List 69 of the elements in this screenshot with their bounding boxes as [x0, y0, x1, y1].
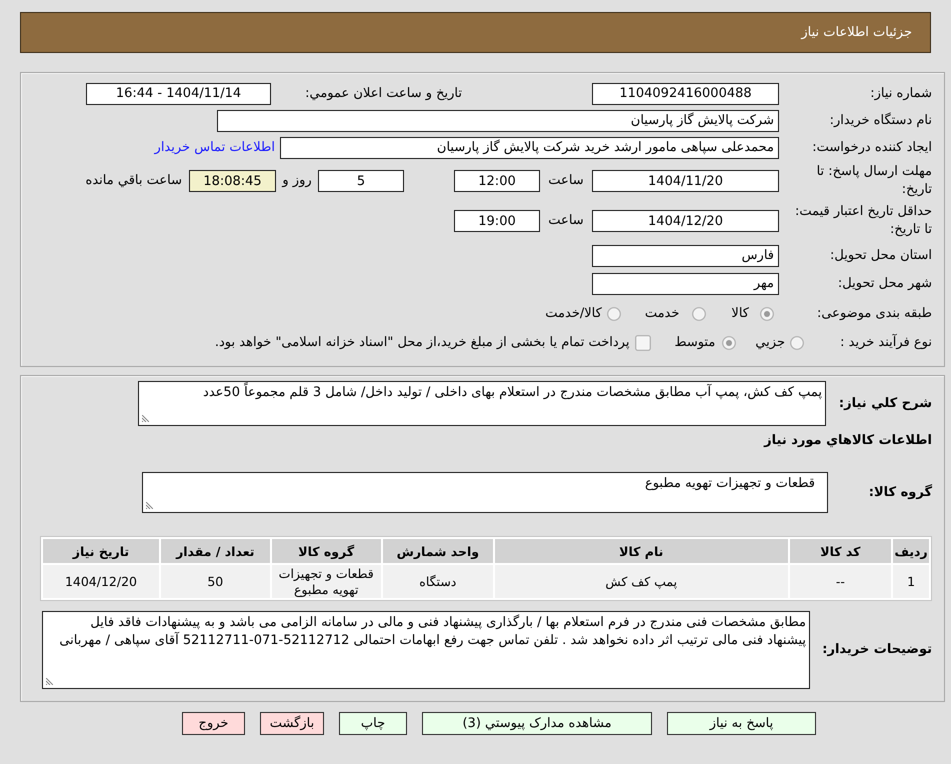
checkbox-label: پرداخت تمام یا بخشی از مبلغ خرید،از محل "اسناد خزانه اسلامی" خواهد بود.	[214, 334, 630, 352]
remaining-time-field[interactable]: 18:08:45	[189, 170, 276, 192]
field-label: حداقل تاریخ اعتبار قیمت: تا تاریخ:	[794, 203, 932, 239]
field-label: ایجاد کننده درخواست:	[811, 138, 932, 156]
time-label: ساعت	[547, 212, 585, 230]
resize-grip-icon[interactable]	[46, 678, 53, 685]
exit-button[interactable]: خروج	[182, 712, 245, 735]
buyer-notes-field[interactable]: مطابق مشخصات فنی مندرج در فرم استعلام بها / بارگذاری پیشنهاد فنی و مالی در سامانه الزامی می باشد و به پیشنهادات فاقد فایل پیشنهاد فنی مالی ترتیب اثر داده نخواهد شد . تلفن تماس جهت رفع ابهامات احتمالی 52112712-071-52112711 آقای سپاهی / مهربانی	[42, 611, 810, 689]
checkbox[interactable]	[635, 335, 652, 351]
table-cell: پمپ کف کش	[494, 565, 788, 598]
description-field[interactable]: پمپ کف کش، پمپ آب مطابق مشخصات مندرج در استعلام بهای داخلی / تولید داخل/ شامل 3 قلم مجموعاً 50عدد	[138, 381, 826, 426]
resize-grip-icon[interactable]	[142, 415, 149, 422]
goods-group-field[interactable]: قطعات و تجهیزات تهویه مطبوع	[142, 472, 828, 513]
field-label: شرح کلي نیاز:	[838, 394, 932, 412]
city-field[interactable]: مهر	[592, 272, 779, 294]
resize-grip-icon[interactable]	[146, 502, 153, 509]
table-cell: --	[790, 565, 892, 598]
action-button[interactable]: پاسخ به نیاز	[667, 712, 816, 735]
table-header-cell: نام کالا	[494, 539, 788, 563]
field-label: گروه کالا:	[868, 484, 932, 502]
option-label: متوسط	[674, 334, 716, 352]
section-title: اطلاعات کالاهاي مورد نیاز	[764, 432, 932, 450]
field-label: طبقه بندی موضوعی:	[816, 305, 932, 323]
option-label: کالا	[731, 305, 749, 323]
validity-date-field[interactable]: 1404/12/20	[592, 210, 779, 232]
validity-time-field[interactable]: 19:00	[454, 210, 540, 232]
deadline-date-field[interactable]: 1404/11/20	[592, 170, 779, 192]
field-label: نوع فرآیند خرید :	[839, 334, 932, 352]
radio-button[interactable]	[790, 336, 804, 350]
table-cell: قطعات و تجهیزات تهویه مطبوع	[272, 565, 381, 598]
table-header-cell: تعداد / مقدار	[160, 539, 270, 563]
province-field[interactable]: فارس	[592, 244, 779, 266]
page-title: جزئیات اطلاعات نیاز	[801, 25, 912, 40]
action-button[interactable]: چاپ	[339, 712, 407, 735]
exit-button[interactable]: بازگشت	[260, 712, 324, 735]
radio-button[interactable]	[606, 307, 621, 321]
days-label: روز و	[280, 172, 313, 190]
deadline-time-field[interactable]: 12:00	[454, 170, 540, 192]
table-cell: 1	[893, 565, 929, 598]
buyer-org-field[interactable]: شرکت پالایش گاز پارسیان	[217, 110, 779, 132]
radio-button[interactable]	[760, 307, 774, 321]
option-label: جزيي	[755, 334, 785, 352]
table-header-cell: کد کالا	[790, 539, 892, 563]
radio-button[interactable]	[692, 307, 706, 321]
radio-button[interactable]	[722, 336, 736, 350]
table-cell: دستگاه	[382, 565, 493, 598]
table-header-cell: تاریخ نیاز	[43, 539, 159, 563]
table-header-cell: واحد شمارش	[382, 539, 493, 563]
remaining-label: ساعت باقي مانده	[86, 172, 182, 190]
table-header-cell: ردیف	[893, 539, 929, 563]
table-header-cell: گروه کالا	[272, 539, 381, 563]
days-field[interactable]: 5	[318, 170, 404, 192]
field-label: تاریخ و ساعت اعلان عمومي:	[304, 84, 462, 102]
requester-field[interactable]: محمدعلی سپاهی مامور ارشد خرید شرکت پالایش گاز پارسیان	[280, 136, 779, 158]
table-cell: 50	[160, 565, 270, 598]
announce-date-field[interactable]: 1404/11/14 - 16:44	[86, 82, 271, 104]
field-label: شماره نیاز:	[869, 84, 932, 102]
contact-info-link[interactable]: اطلاعات تماس خریدار	[154, 140, 275, 155]
field-label: استان محل تحویل:	[829, 246, 932, 264]
action-button[interactable]: مشاهده مدارک پیوستي (3)	[422, 712, 652, 735]
field-label: شهر محل تحویل:	[836, 274, 932, 292]
time-label: ساعت	[547, 172, 585, 190]
field-label: نام دستگاه خریدار:	[828, 112, 932, 130]
field-label: مهلت ارسال پاسخ: تا تاریخ:	[816, 163, 932, 199]
table-cell: 1404/12/20	[43, 565, 159, 598]
need-number-field[interactable]: 1104092416000488	[592, 82, 779, 104]
option-label: خدمت	[644, 305, 680, 323]
field-label: توضیحات خریدار:	[821, 641, 932, 659]
option-label: کالا/خدمت	[545, 305, 602, 323]
